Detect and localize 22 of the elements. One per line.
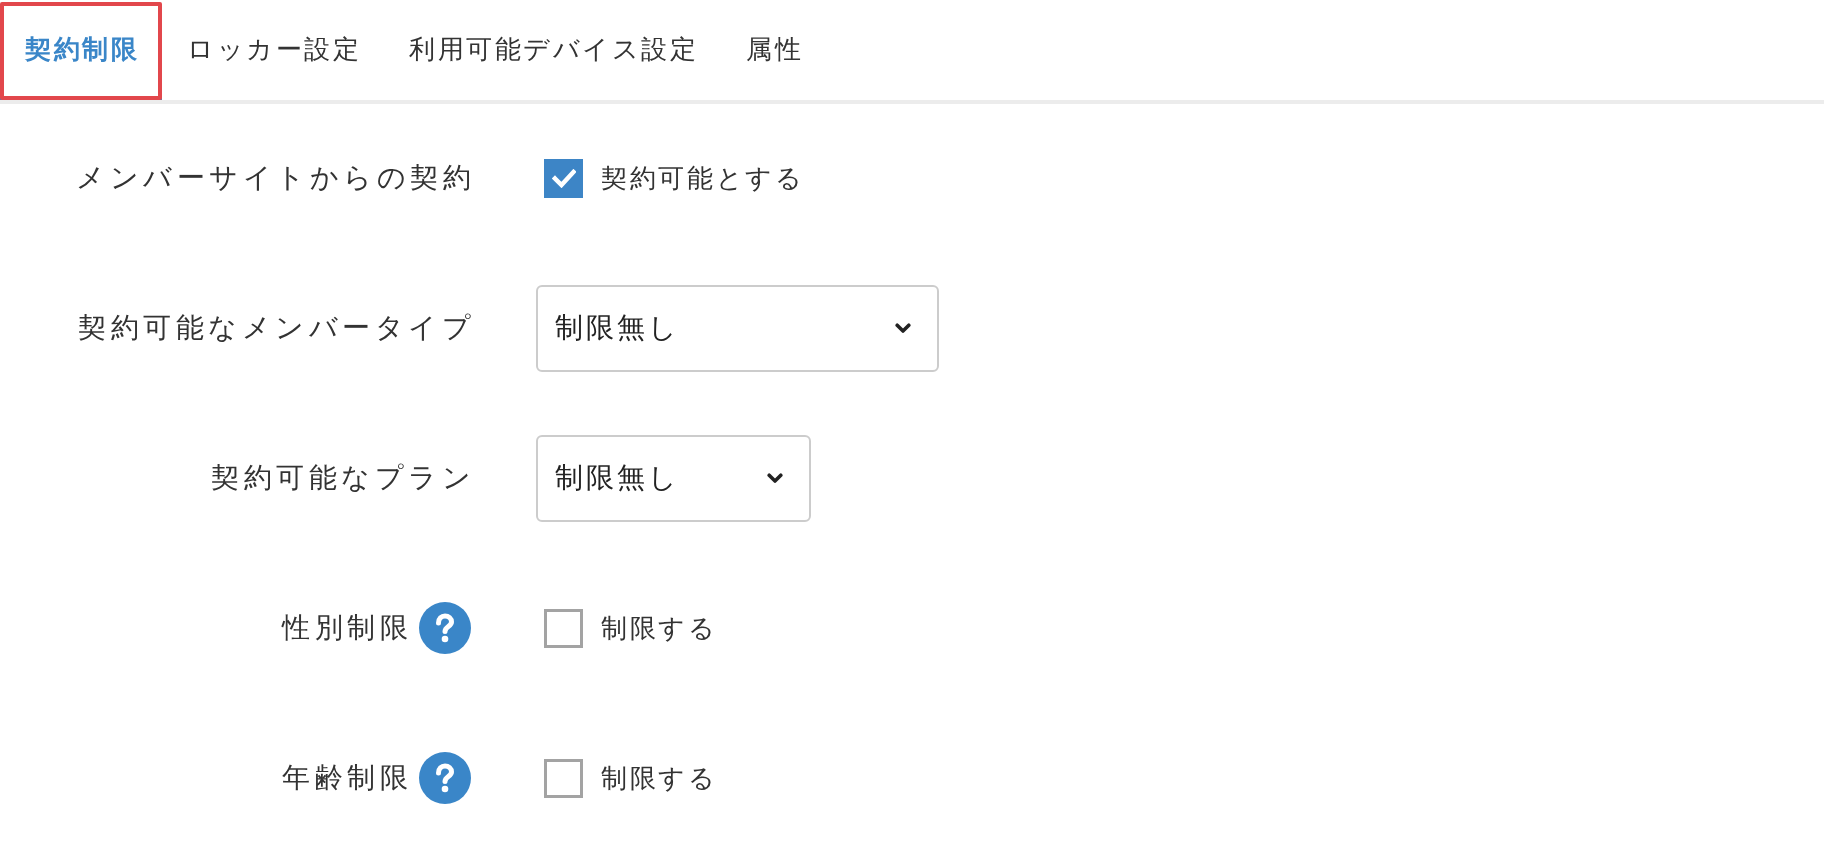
dropdown[interactable]: 制限無し — [536, 434, 811, 522]
tab[interactable]: 契約制限 — [0, 2, 162, 100]
checkbox[interactable] — [544, 608, 583, 648]
checkbox-label: 契約可能とする — [601, 161, 805, 195]
tab[interactable]: 利用可能デバイス設定 — [384, 2, 721, 100]
field-label: 契約可能なプラン — [211, 460, 475, 496]
tab[interactable]: 属性 — [721, 2, 826, 100]
chevron-down-icon — [767, 472, 783, 484]
help-icon[interactable] — [419, 602, 471, 654]
field-label: メンバーサイトからの契約 — [76, 160, 475, 196]
field-label: 年齢制限 — [282, 760, 412, 796]
checkbox-label: 制限する — [601, 611, 718, 645]
help-icon[interactable] — [419, 752, 471, 804]
field-label: 契約可能なメンバータイプ — [78, 310, 475, 346]
checkbox[interactable] — [544, 158, 583, 198]
checkmark-icon — [551, 168, 576, 188]
checkbox-label: 制限する — [601, 761, 718, 795]
dropdown[interactable]: 制限無し — [536, 284, 939, 372]
field-label: 性別制限 — [282, 610, 412, 646]
chevron-down-icon — [895, 322, 911, 334]
checkbox[interactable] — [544, 758, 583, 798]
tab[interactable]: ロッカー設定 — [162, 2, 384, 100]
